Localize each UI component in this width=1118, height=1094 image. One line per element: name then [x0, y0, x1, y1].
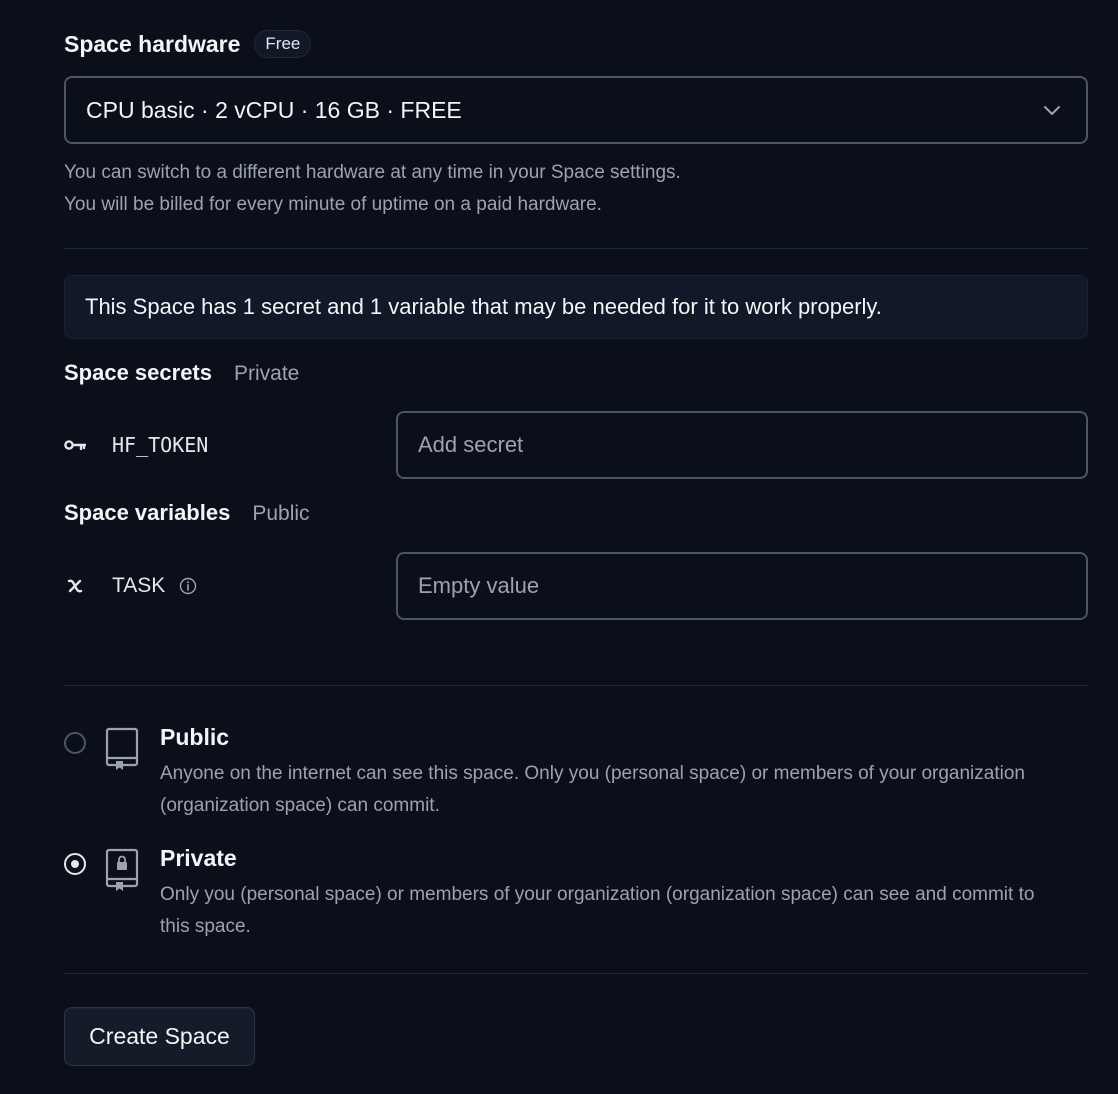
- private-repo-icon: [105, 848, 139, 891]
- public-repo-icon: [105, 727, 139, 770]
- public-description: Anyone on the internet can see this spac…: [160, 763, 1025, 816]
- variable-name: TASK: [112, 574, 166, 597]
- variable-value-input[interactable]: [396, 552, 1088, 620]
- variable-icon: [64, 575, 86, 597]
- visibility-option-private[interactable]: Private Only you (personal space) or mem…: [64, 845, 1088, 945]
- hardware-help-line-1: You can switch to a different hardware a…: [64, 162, 681, 183]
- secrets-scope: Private: [234, 362, 300, 385]
- variables-header: Space variables Public: [64, 500, 310, 526]
- secret-key: HF_TOKEN: [64, 411, 208, 479]
- private-radio[interactable]: [64, 853, 86, 875]
- hardware-help-line-2: You will be billed for every minute of u…: [64, 194, 602, 215]
- free-badge: Free: [254, 30, 312, 58]
- variables-title: Space variables: [64, 500, 231, 525]
- divider: [64, 685, 1088, 686]
- hardware-select[interactable]: CPU basic · 2 vCPU · 16 GB · FREE: [64, 76, 1088, 144]
- hardware-title: Space hardware: [64, 30, 241, 57]
- divider: [64, 973, 1088, 974]
- divider: [64, 248, 1088, 249]
- key-icon: [64, 434, 86, 456]
- variable-row: TASK: [64, 552, 1088, 620]
- secret-name: HF_TOKEN: [112, 433, 209, 457]
- variables-scope: Public: [252, 502, 310, 525]
- secrets-notice: This Space has 1 secret and 1 variable t…: [64, 275, 1088, 339]
- public-radio[interactable]: [64, 732, 86, 754]
- private-description: Only you (personal space) or members of …: [160, 884, 1035, 937]
- private-title: Private: [160, 845, 237, 871]
- variable-key: TASK: [64, 552, 197, 620]
- chevron-down-icon: [1044, 106, 1060, 115]
- secrets-header: Space secrets Private: [64, 360, 299, 386]
- secret-value-input[interactable]: [396, 411, 1088, 479]
- secret-row: HF_TOKEN: [64, 411, 1088, 479]
- create-space-button[interactable]: Create Space: [64, 1007, 255, 1066]
- info-icon[interactable]: [179, 577, 197, 595]
- public-title: Public: [160, 724, 230, 750]
- hardware-selected-value: CPU basic · 2 vCPU · 16 GB · FREE: [86, 96, 462, 123]
- visibility-option-public[interactable]: Public Anyone on the internet can see th…: [64, 724, 1088, 824]
- hardware-header: Space hardware Free: [64, 28, 312, 60]
- secrets-title: Space secrets: [64, 360, 212, 385]
